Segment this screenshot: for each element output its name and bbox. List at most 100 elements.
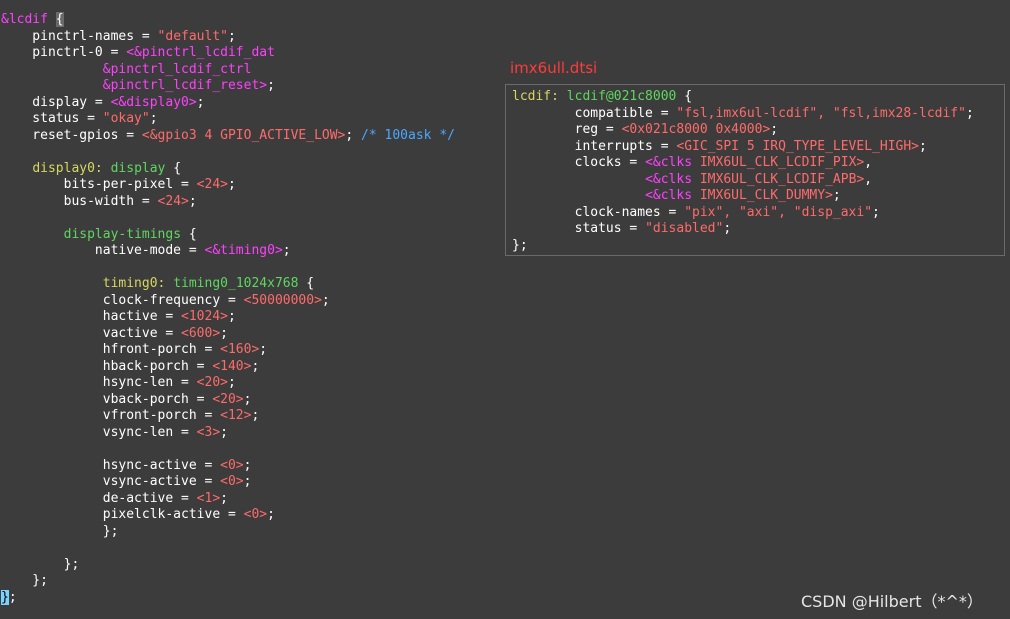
editor-token: vsync-len = [1,424,197,440]
editor-token: <20> [196,375,228,390]
editor-token: ; [321,292,330,308]
editor-token: <0> [220,457,244,473]
popup-token: lcdif@021c8000 [558,89,685,104]
popup-line: clocks = <&clks IMX6UL_CLK_LCDIF_PIX>, [512,155,974,172]
editor-line: &pinctrl_lcdif_ctrl [1,62,455,79]
editor-token: hsync-active = [1,457,221,473]
matching-brace: { [55,12,64,27]
editor-line: hactive = <1024>; [1,309,455,326]
editor-token: ; [227,177,236,192]
popup-token: ; [770,122,779,137]
editor-token: <24> [157,193,189,209]
editor-token: ; [196,94,205,110]
editor-line: hfront-porch = <160>; [1,342,455,359]
popup-token: interrupts = [512,138,677,154]
editor-token: display [102,160,174,176]
editor-token: timing0: [102,276,166,291]
text-cursor: } [1,589,9,605]
editor-line: }; [1,557,455,574]
popup-token: }; [512,237,528,253]
editor-code-lines: &lcdif { pinctrl-names = "default"; pinc… [1,12,455,606]
editor-token: hactive = [1,309,182,324]
editor-token: de-active = [1,490,197,506]
editor-token: display-timings [63,226,182,242]
editor-token: ; [243,474,252,489]
editor-token: <50000000> [243,292,322,308]
editor-token: status = [1,111,103,126]
editor-token: pixelclk-active = [1,507,244,522]
editor-line: &pinctrl_lcdif_reset>; [1,78,455,95]
popup-token: "fsl,imx6ul-lcdif", "fsl,imx28-lcdif" [676,105,966,121]
popup-file-title: imx6ull.dtsi [510,59,598,77]
editor-token: ; [228,28,236,44]
popup-token: , [864,171,873,187]
popup-line: status = "disabled"; [512,221,974,238]
editor-token: vfront-porch = [1,408,221,423]
watermark: CSDN @Hilbert（*^*） [801,592,983,611]
editor-line: hsync-active = <0>; [1,458,455,475]
popup-line: <&clks IMX6UL_CLK_LCDIF_APB>, [512,172,974,189]
editor-line: de-active = <1>; [1,491,455,508]
popup-token: ; [919,138,927,154]
popup-token: "pix", "axi", "disp_axi" [684,204,873,220]
editor-token: <&gpio3 4 GPIO_ACTIVE_LOW> [141,127,346,143]
popup-token [512,188,645,203]
editor-line: timing0: timing0_1024x768 { [1,276,455,293]
editor-token: <600> [181,325,221,341]
popup-token: { [684,89,693,104]
editor-line: hback-porch = <140>; [1,359,455,376]
editor-token: display = [1,94,111,110]
popup-token: <&clks [645,188,693,203]
editor-line: display = <&display0>; [1,95,455,112]
editor-token: &lcdif [1,12,56,27]
popup-token: ; [965,105,974,121]
editor-token: &pinctrl_lcdif_ctrl [1,61,252,77]
editor-token: { [181,226,197,242]
popup-line: }; [512,238,974,255]
popup-token: ; [832,188,841,203]
editor-token: }; [1,556,80,572]
editor-token: <20> [212,391,244,407]
editor-line: status = "okay"; [1,111,455,128]
editor-line: vfront-porch = <12>; [1,408,455,425]
popup-token: <0x021c8000 0x4000> [621,122,771,137]
editor-line: pixelclk-active = <0>; [1,507,455,524]
editor-token: hfront-porch = [1,342,221,357]
popup-token: status = [512,221,646,236]
popup-token: ; [872,204,880,220]
popup-line: lcdif: lcdif@021c8000 { [512,89,974,106]
popup-token: <&clks [645,155,693,170]
editor-token: vback-porch = [1,391,213,407]
editor-line: bits-per-pixel = <24>; [1,177,455,194]
editor-token: <&pinctrl_lcdif_dat [126,45,275,60]
popup-code-lines: lcdif: lcdif@021c8000 { compatible = "fs… [512,89,974,254]
editor-line: }; [1,589,455,607]
editor-line: }; [1,573,455,590]
editor-token: ; [220,490,228,506]
editor-line: vactive = <600>; [1,326,455,343]
editor-token: <1> [196,490,221,506]
editor-line: vback-porch = <20>; [1,392,455,409]
editor-token: native-mode = [1,243,205,258]
popup-line: <&clks IMX6UL_CLK_DUMMY>; [512,188,974,205]
editor-line: native-mode = <&timing0>; [1,243,455,260]
editor-token: vsync-active = [1,474,221,489]
editor-token: ; [282,243,291,258]
editor-token: { [306,276,315,291]
editor-token: ; [251,408,260,423]
popup-token: compatible = [512,105,677,121]
editor-token: <1024> [181,309,228,324]
editor-token: ; [149,111,158,126]
editor-token: ; [220,325,228,341]
editor-token: <140> [212,358,252,374]
editor-token: ; [259,342,268,357]
popup-token: IMX6UL_CLK_DUMMY> [692,188,833,203]
editor-token: ; [220,424,228,440]
editor-line: pinctrl-names = "default"; [1,29,455,46]
popup-token: IMX6UL_CLK_LCDIF_PIX> [692,155,865,170]
